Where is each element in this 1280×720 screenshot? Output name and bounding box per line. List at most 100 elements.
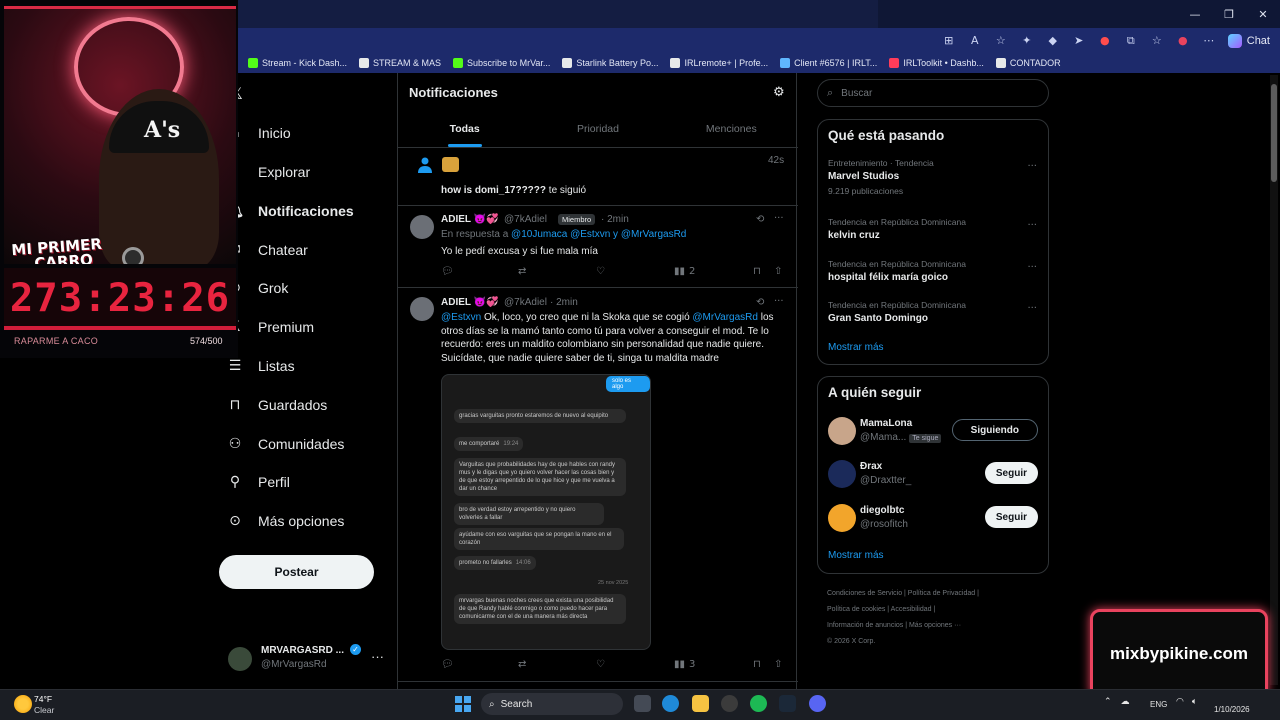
avatar[interactable] xyxy=(410,297,434,321)
extension-icon[interactable]: ◆ xyxy=(1046,34,1060,48)
following-button[interactable]: Siguiendo xyxy=(951,419,1038,441)
language-indicator[interactable]: ENG xyxy=(1150,700,1167,709)
extension-icon[interactable]: ➤ xyxy=(1072,34,1086,48)
tab-prioridad[interactable]: Prioridad xyxy=(531,111,664,147)
footer-row[interactable]: Información de anuncios | Más opciones ·… xyxy=(827,618,1047,634)
maximize-icon[interactable]: ❐ xyxy=(1212,0,1246,28)
bookmark-icon[interactable]: ⊓ xyxy=(753,659,761,670)
grok-icon[interactable]: ⟲ xyxy=(756,297,764,308)
tab-todas[interactable]: Todas xyxy=(398,111,531,147)
avatar[interactable] xyxy=(828,417,856,445)
tweet-author-handle[interactable]: @7kAdiel xyxy=(504,214,547,225)
retweet-icon[interactable]: ⇄ xyxy=(518,659,526,670)
follower-name[interactable]: how is domi_17????? xyxy=(441,185,546,196)
tab-menciones[interactable]: Menciones xyxy=(665,111,798,147)
discord-icon[interactable] xyxy=(809,695,826,712)
sidebar-item-premium[interactable]: 𝕏Premium xyxy=(226,314,314,340)
search-box[interactable]: ⌕ xyxy=(817,79,1049,107)
file-explorer-icon[interactable] xyxy=(692,695,709,712)
bookmark-item[interactable]: STREAM & MAS xyxy=(359,58,441,68)
bookmark-item[interactable]: CONTADOR xyxy=(995,58,1061,68)
task-view-icon[interactable] xyxy=(634,695,651,712)
windows-start-icon[interactable] xyxy=(455,696,471,712)
favorite-star-icon[interactable]: ☆ xyxy=(994,34,1008,48)
account-switcher[interactable]: MRVARGASRD ... ✓ @MrVargasRd ··· xyxy=(228,643,388,677)
avatar[interactable] xyxy=(410,215,434,239)
spotify-icon[interactable] xyxy=(750,695,767,712)
more-icon[interactable]: ··· xyxy=(1027,161,1037,172)
gear-icon[interactable]: ⚙ xyxy=(773,85,785,100)
sidebar-item-perfil[interactable]: ⚲ Perfil xyxy=(226,469,290,495)
minimize-icon[interactable]: — xyxy=(1178,0,1212,28)
more-icon[interactable]: ··· xyxy=(774,296,784,307)
more-icon[interactable]: ··· xyxy=(1027,303,1037,314)
suggestion-name[interactable]: MamaLona xyxy=(860,418,912,429)
avatar[interactable] xyxy=(442,157,459,172)
menu-icon[interactable]: ⋯ xyxy=(1202,34,1216,48)
volume-icon[interactable]: 🔈︎ xyxy=(1192,697,1197,707)
wifi-icon[interactable]: ◠ xyxy=(1176,697,1184,707)
scrollbar-thumb[interactable] xyxy=(1271,84,1277,182)
like-icon[interactable]: ♡ xyxy=(596,266,605,277)
bookmark-item[interactable]: IRLToolkit • Dashb... xyxy=(889,58,984,68)
extension-icon[interactable]: ● xyxy=(1098,34,1112,48)
post-button[interactable]: Postear xyxy=(219,555,374,589)
taskbar-search[interactable]: ⌕ Search xyxy=(481,693,623,715)
follow-button[interactable]: Seguir xyxy=(984,462,1038,484)
profile-icon[interactable]: ● xyxy=(1176,34,1190,48)
views-button[interactable]: ▮▮ 3 xyxy=(674,659,695,670)
steam-icon[interactable] xyxy=(779,695,796,712)
retweet-icon[interactable]: ⇄ xyxy=(518,266,526,277)
weather-condition[interactable]: Clear xyxy=(34,705,54,715)
sidebar-item-mas-opciones[interactable]: ⊙ Más opciones xyxy=(226,508,344,534)
views-button[interactable]: ▮▮ 2 xyxy=(674,266,695,277)
avatar[interactable] xyxy=(828,460,856,488)
apps-icon[interactable]: ⊞ xyxy=(942,34,956,48)
grok-icon[interactable]: ⟲ xyxy=(756,214,764,225)
edge-icon[interactable] xyxy=(662,695,679,712)
favorites-icon[interactable]: ☆ xyxy=(1150,34,1164,48)
follow-button[interactable]: Seguir xyxy=(984,506,1038,528)
more-icon[interactable]: ··· xyxy=(1027,220,1037,231)
suggestion-name[interactable]: Ðrax xyxy=(860,461,882,472)
share-icon[interactable]: ⇧ xyxy=(774,659,782,670)
tweet-author-name[interactable]: ADIEL 😈💞 xyxy=(441,297,499,308)
sidebar-item-notificaciones[interactable]: 🔔︎Notificaciones xyxy=(226,198,354,224)
bookmark-item[interactable]: Subscribe to MrVar... xyxy=(453,58,550,68)
suggestion-name[interactable]: diegolbtc xyxy=(860,505,904,516)
obs-icon[interactable] xyxy=(721,695,738,712)
sidebar-item-guardados[interactable]: ⊓ Guardados xyxy=(226,392,328,418)
who-to-follow-show-more-link[interactable]: Mostrar más xyxy=(828,550,884,561)
bookmark-icon[interactable]: ⊓ xyxy=(753,266,761,277)
like-icon[interactable]: ♡ xyxy=(596,659,605,670)
tweet-author-handle[interactable]: @7kAdiel xyxy=(504,297,547,308)
footer-row[interactable]: Condiciones de Servicio | Política de Pr… xyxy=(827,586,1047,602)
weather-icon[interactable] xyxy=(14,695,32,713)
more-icon[interactable]: ··· xyxy=(371,649,384,664)
cloud-icon[interactable]: ☁ xyxy=(1121,697,1130,707)
search-input[interactable] xyxy=(841,87,1022,99)
read-aloud-icon[interactable]: A xyxy=(968,34,982,48)
chevron-up-icon[interactable]: ⌃ xyxy=(1104,697,1112,707)
trends-show-more-link[interactable]: Mostrar más xyxy=(828,342,884,353)
bookmark-item[interactable]: IRLremote+ | Profe... xyxy=(670,58,768,68)
share-icon[interactable]: ⇧ xyxy=(774,266,782,277)
sidebar-item-explorar[interactable]: ⌕Explorar xyxy=(226,159,310,185)
reply-icon[interactable]: 💬︎ xyxy=(441,266,454,277)
weather-temperature[interactable]: 74°F xyxy=(34,694,52,704)
extension-icon[interactable]: ✦ xyxy=(1020,34,1034,48)
close-icon[interactable]: ✕ xyxy=(1246,0,1280,28)
sidebar-item-chatear[interactable]: ✉Chatear xyxy=(226,237,308,263)
footer-row[interactable]: Política de cookies | Accesibilidad | xyxy=(827,602,1047,618)
tweet-image[interactable]: solo es algo gracias varguitas pronto es… xyxy=(441,374,651,650)
tweet-author-name[interactable]: ADIEL 😈💞 xyxy=(441,214,499,225)
puzzle-icon[interactable]: ⧉ xyxy=(1124,34,1138,48)
more-icon[interactable]: ··· xyxy=(774,213,784,224)
more-icon[interactable]: ··· xyxy=(1027,262,1037,273)
taskbar-date[interactable]: 1/10/2026 xyxy=(1214,705,1250,714)
avatar[interactable] xyxy=(828,504,856,532)
reply-icon[interactable]: 💬︎ xyxy=(441,659,454,670)
copilot-chat-button[interactable]: Chat xyxy=(1227,33,1270,48)
sidebar-item-comunidades[interactable]: ⚇ Comunidades xyxy=(226,431,345,457)
bookmark-item[interactable]: Client #6576 | IRLT... xyxy=(780,58,877,68)
